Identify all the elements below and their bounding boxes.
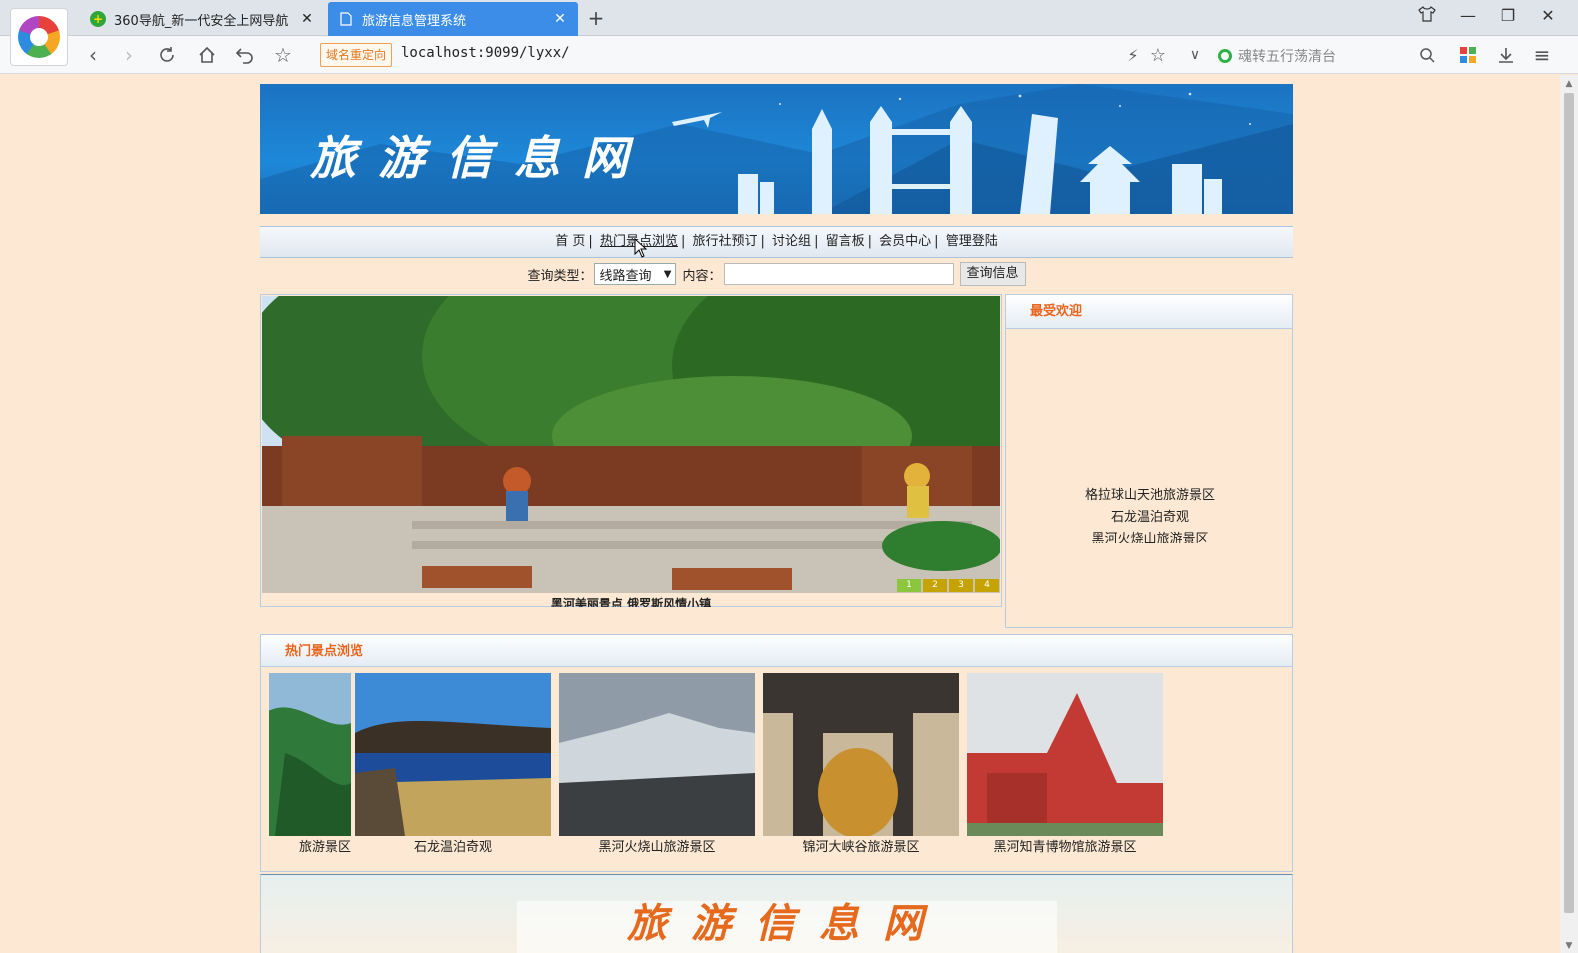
document-icon [338, 11, 354, 27]
tab-360-nav[interactable]: + 360导航_新一代安全上网导航 ✕ [80, 2, 325, 36]
hot-spot-image[interactable] [967, 673, 1163, 836]
browser-search-input[interactable]: 魂转五行荡清台 [1218, 44, 1443, 68]
hot-spot-image[interactable] [269, 673, 351, 836]
page-scrollbar[interactable]: ▲ ▼ [1560, 75, 1578, 953]
scrollbar-thumb[interactable] [1564, 93, 1574, 913]
hot-spots-title: 热门景点浏览 [261, 635, 1292, 667]
hot-spots-panel: 热门景点浏览 旅游景区 石龙温泊奇观 黑河火烧山旅游景区 锦河大峡谷旅游景区 黑… [260, 634, 1293, 872]
query-bar: 查询类型： 线路查询 ▼ 内容： 查询信息 [260, 261, 1293, 287]
close-tab-icon[interactable]: ✕ [299, 11, 315, 27]
forward-icon[interactable]: › [116, 42, 142, 68]
footer-title: 旅游信息网 [517, 901, 1057, 953]
popular-item[interactable]: 格拉球山天池旅游景区 [1006, 485, 1294, 507]
menu-agency-booking[interactable]: 旅行社预订 [693, 234, 758, 249]
slideshow-page-1[interactable]: 1 [897, 579, 921, 592]
query-type-select[interactable]: 线路查询 ▼ [594, 263, 677, 285]
slideshow-photo[interactable] [262, 296, 1000, 593]
hot-spot-label[interactable]: 锦河大峡谷旅游景区 [763, 836, 959, 860]
apps-grid-icon[interactable] [1455, 42, 1481, 68]
hot-spot-label[interactable]: 黑河知青博物馆旅游景区 [967, 836, 1163, 860]
banner-title: 旅游信息网 [310, 131, 650, 185]
hot-spot-image[interactable] [355, 673, 551, 836]
slideshow-caption[interactable]: 黑河美丽景点 俄罗斯风情小镇 [261, 595, 1001, 607]
search-icon[interactable] [1414, 42, 1440, 68]
menu-home[interactable]: 首 页 [555, 234, 585, 249]
hot-spot-card[interactable]: 石龙温泊奇观 [355, 673, 551, 860]
bookmark-star-icon[interactable]: ☆ [1145, 42, 1171, 68]
menu-separator: | [814, 234, 819, 249]
hot-spot-label[interactable]: 旅游景区 [269, 836, 351, 860]
query-type-value: 线路查询 [599, 268, 652, 284]
query-type-label: 查询类型： [527, 268, 593, 284]
hot-spot-image[interactable] [559, 673, 755, 836]
query-content-label: 内容： [682, 268, 722, 284]
popular-item[interactable]: 石龙温泊奇观 [1006, 507, 1294, 529]
slideshow-page-2[interactable]: 2 [923, 579, 947, 592]
hot-spot-card[interactable]: 锦河大峡谷旅游景区 [763, 673, 959, 860]
scroll-down-icon[interactable]: ▼ [1560, 941, 1578, 951]
site-banner: 旅游信息网 [260, 84, 1293, 214]
back-icon[interactable]: ‹ [80, 42, 106, 68]
tab-travel-system[interactable]: 旅游信息管理系统 ✕ [328, 2, 578, 36]
browser-toolbar: ‹ › ☆ 域名重定向 localhost:9099/lyxx/ ⚡ ☆ ∨ 魂… [0, 36, 1578, 74]
360-browser-logo[interactable] [10, 8, 68, 66]
scroll-up-icon[interactable]: ▲ [1560, 79, 1578, 89]
query-content-input[interactable] [723, 263, 954, 285]
window-close-button[interactable]: ✕ [1536, 6, 1560, 25]
tab-title: 旅游信息管理系统 [362, 13, 467, 29]
popular-title: 最受欢迎 [1006, 295, 1292, 329]
menu-separator: | [760, 234, 765, 249]
slideshow-pager: 1 2 3 4 [895, 579, 999, 592]
popular-item[interactable]: 黑河火烧山旅游景区 [1006, 529, 1294, 543]
undo-icon[interactable] [232, 42, 258, 68]
redirect-badge[interactable]: 域名重定向 [320, 43, 393, 67]
menu-guestbook[interactable]: 留言板 [826, 234, 865, 249]
slideshow-page-3[interactable]: 3 [949, 579, 973, 592]
refresh-icon[interactable] [154, 42, 180, 68]
hot-spot-card[interactable]: 黑河火烧山旅游景区 [559, 673, 755, 860]
menu-separator: | [680, 234, 686, 249]
360-favicon-icon: + [90, 11, 106, 27]
site-footer: 旅游信息网 [260, 874, 1293, 953]
popular-panel: 最受欢迎 格拉球山天池旅游景区 石龙温泊奇观 黑河火烧山旅游景区 [1005, 294, 1293, 628]
menu-discussion[interactable]: 讨论组 [772, 234, 811, 249]
slideshow: 1 2 3 4 黑河美丽景点 俄罗斯风情小镇 [260, 294, 1002, 607]
hot-spot-card[interactable]: 黑河知青博物馆旅游景区 [967, 673, 1163, 860]
shirt-skin-icon[interactable] [1415, 6, 1439, 26]
chevron-down-icon[interactable]: ∨ [1182, 42, 1208, 68]
restore-button[interactable]: ❐ [1496, 6, 1520, 25]
search-engine-icon [1218, 49, 1232, 63]
main-menu: 首 页 | 热门景点浏览 | 旅行社预订 | 讨论组 | 留言板 | 会员中心 | 管理登陆 [260, 226, 1293, 258]
home-icon[interactable] [194, 42, 220, 68]
lightning-icon[interactable]: ⚡ [1120, 42, 1146, 68]
hot-spots-scroller: 旅游景区 石龙温泊奇观 黑河火烧山旅游景区 锦河大峡谷旅游景区 黑河知青博物馆旅… [269, 673, 1285, 863]
search-placeholder: 魂转五行荡清台 [1238, 49, 1336, 65]
mouse-cursor-icon [634, 238, 648, 258]
menu-icon[interactable]: ≡ [1529, 42, 1555, 68]
browser-tab-strip: + 360导航_新一代安全上网导航 ✕ 旅游信息管理系统 ✕ + — ❐ ✕ [0, 0, 1578, 36]
query-submit-button[interactable]: 查询信息 [959, 262, 1026, 286]
menu-admin-login[interactable]: 管理登陆 [946, 234, 998, 249]
dropdown-arrow-icon: ▼ [663, 268, 672, 280]
menu-member-center[interactable]: 会员中心 [879, 234, 931, 249]
close-tab-icon[interactable]: ✕ [552, 11, 568, 27]
new-tab-button[interactable]: + [584, 6, 608, 30]
popular-marquee: 格拉球山天池旅游景区 石龙温泊奇观 黑河火烧山旅游景区 [1006, 485, 1294, 543]
address-bar[interactable]: localhost:9099/lyxx/ [401, 45, 570, 61]
menu-separator: | [934, 234, 939, 249]
minimize-button[interactable]: — [1456, 6, 1480, 25]
hot-spot-image[interactable] [763, 673, 959, 836]
menu-separator: | [867, 234, 872, 249]
tab-title: 360导航_新一代安全上网导航 [114, 13, 289, 29]
hot-spot-label[interactable]: 黑河火烧山旅游景区 [559, 836, 755, 860]
favorite-star-icon[interactable]: ☆ [270, 42, 296, 68]
hot-spot-label[interactable]: 石龙温泊奇观 [355, 836, 551, 860]
slideshow-page-4[interactable]: 4 [975, 579, 999, 592]
menu-separator: | [588, 234, 593, 249]
download-icon[interactable] [1493, 42, 1519, 68]
hot-spot-card[interactable]: 旅游景区 [269, 673, 351, 860]
